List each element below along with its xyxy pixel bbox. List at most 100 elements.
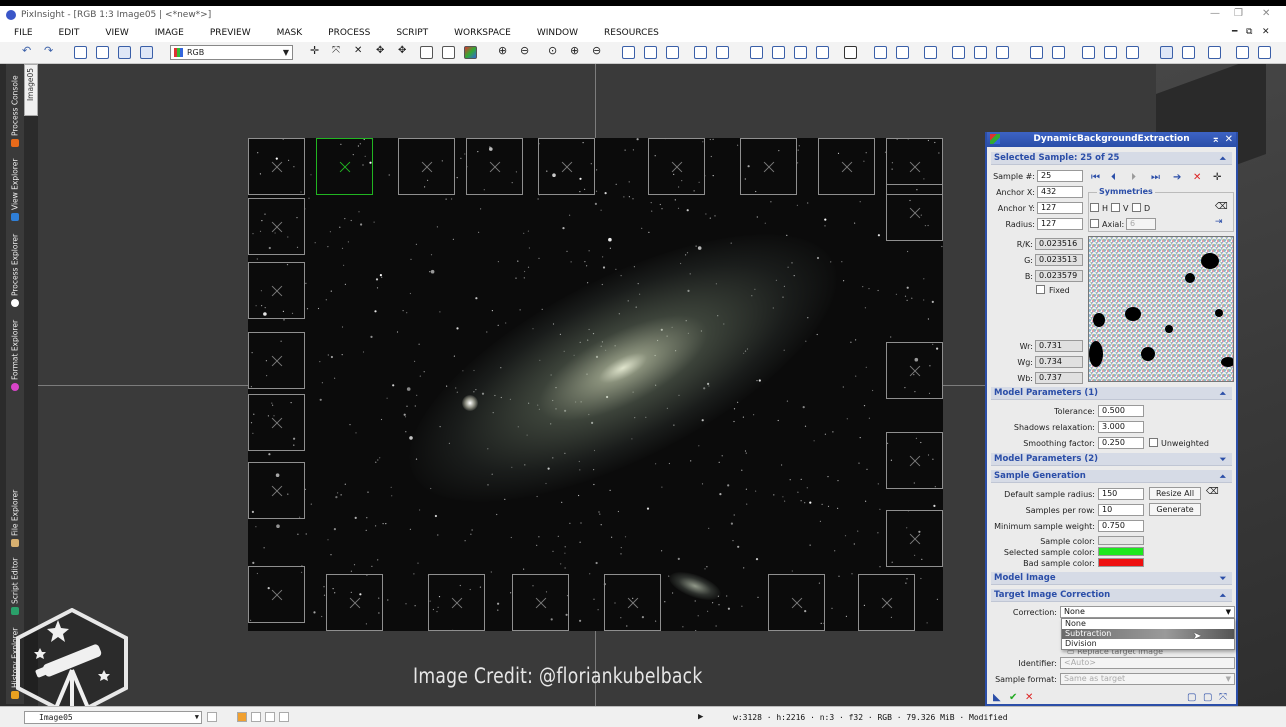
tolerance-field[interactable]: 0.500: [1098, 405, 1144, 417]
edit-preview-icon[interactable]: [716, 46, 729, 59]
stf-auto-icon[interactable]: [874, 46, 887, 59]
monitor4-icon[interactable]: [1258, 46, 1271, 59]
shade-icon[interactable]: ⌅: [1212, 132, 1220, 147]
monitor-icon[interactable]: [1160, 46, 1173, 59]
sample-box[interactable]: [740, 138, 797, 195]
mask-show-icon[interactable]: [750, 46, 763, 59]
delete-sample-icon[interactable]: ✕: [1193, 172, 1201, 183]
zoom-1-icon[interactable]: ⊙: [548, 44, 561, 57]
pan-icon[interactable]: ✛: [310, 44, 323, 57]
unweighted-checkbox[interactable]: [1149, 438, 1158, 447]
close-icon[interactable]: ✕: [1225, 132, 1233, 147]
view-selector[interactable]: Image05 ▼: [24, 711, 202, 724]
sample-box[interactable]: [248, 462, 305, 519]
swatch4-icon[interactable]: [279, 712, 289, 722]
anchor-y-field[interactable]: 127: [1037, 202, 1083, 214]
save-icon[interactable]: [1182, 46, 1195, 59]
menu-view[interactable]: VIEW: [105, 28, 128, 38]
prev-sample-icon[interactable]: ⏴: [1111, 172, 1116, 183]
stf-reset-icon[interactable]: [896, 46, 909, 59]
menu-workspace[interactable]: WORKSPACE: [454, 28, 511, 38]
sample-box[interactable]: [248, 198, 305, 255]
identifier-field[interactable]: <Auto>: [1060, 657, 1235, 669]
section-sample-generation[interactable]: Sample Generation ⏶: [991, 470, 1232, 483]
section-model-params-1[interactable]: Model Parameters (1) ⏶: [991, 387, 1232, 400]
readout-icon[interactable]: [420, 46, 433, 59]
panel3-icon[interactable]: [1126, 46, 1139, 59]
menu-process[interactable]: PROCESS: [328, 28, 370, 38]
sample-box[interactable]: [398, 138, 455, 195]
sample-box[interactable]: [538, 138, 595, 195]
sample-box[interactable]: [886, 510, 943, 567]
sample-box[interactable]: [818, 138, 875, 195]
crosshair-icon[interactable]: ✛: [1213, 172, 1221, 183]
panel2-icon[interactable]: [1104, 46, 1117, 59]
zoom-window-icon[interactable]: ⊖: [592, 44, 605, 57]
swap-icon[interactable]: [140, 46, 153, 59]
sym-h-checkbox[interactable]: [1090, 203, 1099, 212]
sample-box[interactable]: [648, 138, 705, 195]
menu-edit[interactable]: EDIT: [59, 28, 80, 38]
sample-format-select[interactable]: Same as target ▼: [1060, 673, 1235, 685]
sample-box[interactable]: [428, 574, 485, 631]
shadows-relaxation-field[interactable]: 3.000: [1098, 421, 1144, 433]
tab-process-explorer[interactable]: Process Explorer: [8, 228, 22, 310]
sym-v-checkbox[interactable]: [1111, 203, 1120, 212]
smoothing-factor-field[interactable]: 0.250: [1098, 437, 1144, 449]
fit-width-icon[interactable]: [644, 46, 657, 59]
axial-checkbox[interactable]: [1090, 219, 1099, 228]
sample-color-swatch[interactable]: [1098, 536, 1144, 545]
minimize-icon[interactable]: —: [1210, 8, 1220, 19]
new-preview-icon[interactable]: [442, 46, 455, 59]
sample-box[interactable]: [248, 332, 305, 389]
reset-icon[interactable]: ⤧: [1219, 692, 1227, 703]
section-model-image[interactable]: Model Image ⏷: [991, 572, 1232, 585]
section-selected-sample[interactable]: Selected Sample: 25 of 25 ⏶: [991, 152, 1232, 165]
samples-per-row-field[interactable]: 10: [1098, 504, 1144, 516]
clear-icon[interactable]: ⌫: [1206, 487, 1219, 497]
image-view[interactable]: [248, 138, 943, 631]
section-model-params-2[interactable]: Model Parameters (2) ⏷: [991, 453, 1232, 466]
layout-icon[interactable]: [1030, 46, 1043, 59]
menu-mask[interactable]: MASK: [277, 28, 303, 38]
correction-option-subtraction[interactable]: Subtraction: [1062, 629, 1234, 639]
script-icon[interactable]: [952, 46, 965, 59]
sample-num-field[interactable]: 25: [1037, 170, 1083, 182]
menu-preview[interactable]: PREVIEW: [210, 28, 251, 38]
script2-icon[interactable]: [974, 46, 987, 59]
fit-view-icon[interactable]: [622, 46, 635, 59]
swatch2-icon[interactable]: [251, 712, 261, 722]
new-instance-icon[interactable]: ◣: [993, 692, 1001, 703]
default-radius-field[interactable]: 150: [1098, 488, 1144, 500]
image-window-tab[interactable]: Image05: [24, 64, 38, 116]
browse-doc-icon[interactable]: ▢: [1187, 692, 1196, 703]
sample-box[interactable]: [326, 574, 383, 631]
mdi-minimize-icon[interactable]: ━: [1232, 27, 1237, 37]
sample-box-selected[interactable]: [316, 138, 373, 195]
stf-link-icon[interactable]: [924, 46, 937, 59]
fit-height-icon[interactable]: [666, 46, 679, 59]
zoom-fit-icon[interactable]: ⊕: [570, 44, 583, 57]
mdi-close-icon[interactable]: ✕: [1262, 27, 1270, 37]
radius-field[interactable]: 127: [1037, 218, 1083, 230]
restore-icon[interactable]: ❐: [1234, 8, 1243, 19]
monitor2-icon[interactable]: [1208, 46, 1221, 59]
axial-field[interactable]: 6: [1126, 218, 1156, 230]
last-sample-icon[interactable]: ⏭: [1151, 172, 1160, 183]
zoom-out-icon[interactable]: ⊖: [520, 44, 533, 57]
fixed-checkbox[interactable]: [1036, 285, 1045, 294]
tab-process-console[interactable]: Process Console: [8, 68, 22, 150]
cancel-icon[interactable]: ✕: [1025, 692, 1033, 703]
sample-box[interactable]: [886, 184, 943, 241]
generate-button[interactable]: Generate: [1149, 503, 1201, 516]
sample-box[interactable]: [858, 574, 915, 631]
sample-box[interactable]: [604, 574, 661, 631]
anchor-x-field[interactable]: 432: [1037, 186, 1083, 198]
apply-symmetries-icon[interactable]: ⇥: [1215, 217, 1223, 227]
sample-box[interactable]: [248, 262, 305, 319]
expand-icon[interactable]: ✥: [376, 45, 389, 58]
correction-option-none[interactable]: None: [1062, 619, 1234, 629]
sym-d-checkbox[interactable]: [1132, 203, 1141, 212]
undo-all-icon[interactable]: [74, 46, 87, 59]
shrink-icon[interactable]: ✕: [354, 45, 367, 58]
